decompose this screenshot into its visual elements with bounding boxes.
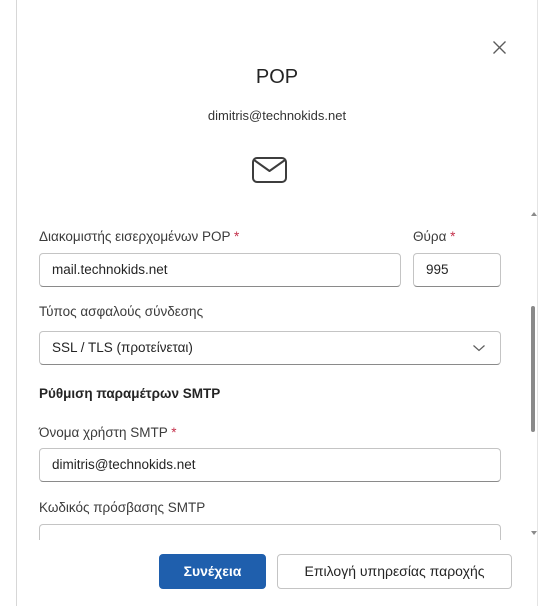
close-button[interactable]: [487, 34, 513, 60]
smtp-section-heading: Ρύθμιση παραμέτρων SMTP: [39, 386, 221, 401]
secure-connection-selected: SSL / TLS (προτείνεται): [52, 340, 193, 355]
incoming-server-label: Διακομιστής εισερχομένων POP *: [39, 229, 239, 244]
smtp-username-label: Όνομα χρήστη SMTP *: [39, 425, 177, 440]
dialog-left-border: [16, 0, 17, 606]
close-icon: [493, 41, 506, 54]
choose-provider-button[interactable]: Επιλογή υπηρεσίας παροχής: [277, 554, 512, 589]
chevron-down-icon: [473, 345, 485, 352]
port-label: Θύρα *: [413, 229, 455, 244]
scroll-down-arrow-icon[interactable]: [531, 531, 537, 535]
required-mark: *: [234, 229, 240, 244]
required-mark: *: [450, 229, 456, 244]
dialog-title: POP: [255, 66, 299, 88]
scroll-up-arrow-icon[interactable]: [531, 212, 537, 216]
smtp-password-label: Κωδικός πρόσβασης SMTP: [39, 500, 206, 515]
smtp-username-input[interactable]: dimitris@technokids.net: [39, 448, 501, 482]
secure-connection-label: Τύπος ασφαλούς σύνδεσης: [39, 304, 204, 319]
incoming-server-label-text: Διακομιστής εισερχομένων POP: [39, 229, 231, 244]
incoming-server-input[interactable]: mail.technokids.net: [39, 253, 401, 287]
port-label-text: Θύρα: [413, 229, 447, 244]
required-mark: *: [171, 425, 177, 440]
secure-connection-select[interactable]: SSL / TLS (προτείνεται): [39, 331, 501, 365]
smtp-username-label-text: Όνομα χρήστη SMTP: [39, 425, 168, 440]
dialog-right-border: [537, 0, 538, 606]
scrollbar-thumb[interactable]: [531, 306, 535, 432]
pop-settings-dialog: POP dimitris@technokids.net Διακομιστής …: [0, 0, 539, 606]
envelope-icon: [251, 151, 288, 185]
port-input[interactable]: 995: [413, 253, 501, 287]
account-email: dimitris@technokids.net: [207, 108, 347, 123]
continue-button[interactable]: Συνέχεια: [159, 554, 266, 589]
